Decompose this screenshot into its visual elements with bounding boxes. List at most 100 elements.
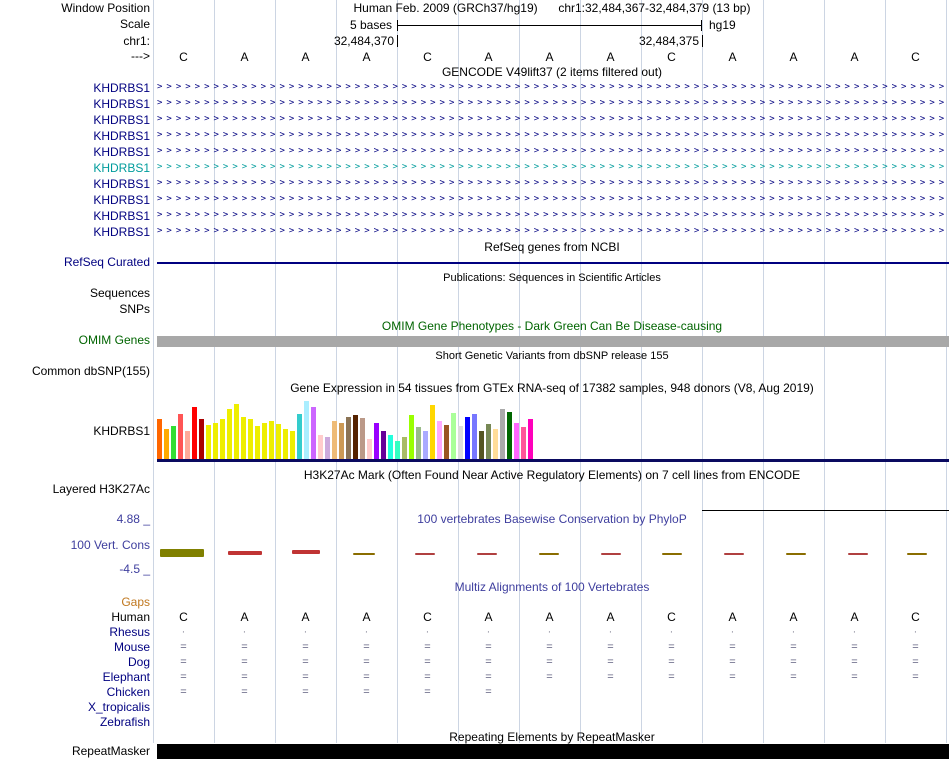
gtex-expression-bar[interactable]	[500, 409, 505, 459]
gene-label[interactable]: KHDRBS1	[0, 178, 150, 191]
repeatmasker-track-title[interactable]: Repeating Elements by RepeatMasker	[157, 731, 947, 744]
gtex-expression-bar[interactable]	[339, 423, 344, 459]
species-label[interactable]: Elephant	[0, 671, 150, 684]
gtex-expression-bar[interactable]	[234, 404, 239, 459]
gtex-expression-bar[interactable]	[423, 431, 428, 459]
gtex-expression-bar[interactable]	[178, 414, 183, 459]
gtex-expression-bar[interactable]	[255, 426, 260, 459]
vert-cons-label[interactable]: 100 Vert. Cons	[0, 539, 150, 552]
gtex-expression-bar[interactable]	[521, 427, 526, 459]
gtex-expression-bar[interactable]	[304, 401, 309, 459]
gene-transcript[interactable]: >>>>>>>>>>>>>>>>>>>>>>>>>>>>>>>>>>>>>>>>…	[157, 96, 947, 112]
species-label[interactable]: Dog	[0, 656, 150, 669]
repeatmasker-label[interactable]: RepeatMasker	[0, 745, 150, 758]
gtex-expression-bar[interactable]	[192, 407, 197, 459]
omim-gene-item[interactable]	[157, 336, 949, 347]
gtex-expression-bar[interactable]	[220, 419, 225, 459]
gtex-expression-bar[interactable]	[528, 419, 533, 459]
gtex-gene-label[interactable]: KHDRBS1	[0, 425, 150, 438]
gtex-track-title[interactable]: Gene Expression in 54 tissues from GTEx …	[157, 382, 947, 395]
gtex-expression-bar[interactable]	[290, 431, 295, 459]
gene-label[interactable]: KHDRBS1	[0, 162, 150, 175]
gtex-expression-bar[interactable]	[465, 417, 470, 459]
gtex-expression-bar[interactable]	[451, 413, 456, 459]
gene-label[interactable]: KHDRBS1	[0, 210, 150, 223]
common-dbsnp-label[interactable]: Common dbSNP(155)	[0, 365, 150, 378]
gtex-expression-bar[interactable]	[206, 425, 211, 459]
gtex-expression-bar[interactable]	[262, 423, 267, 459]
gene-transcript[interactable]: >>>>>>>>>>>>>>>>>>>>>>>>>>>>>>>>>>>>>>>>…	[157, 224, 947, 240]
gene-transcript[interactable]: >>>>>>>>>>>>>>>>>>>>>>>>>>>>>>>>>>>>>>>>…	[157, 112, 947, 128]
gtex-expression-bar[interactable]	[458, 426, 463, 459]
refseq-track-title[interactable]: RefSeq genes from NCBI	[157, 241, 947, 254]
gtex-expression-bar[interactable]	[297, 414, 302, 459]
gene-label[interactable]: KHDRBS1	[0, 194, 150, 207]
h3k27ac-track-title[interactable]: H3K27Ac Mark (Often Found Near Active Re…	[157, 469, 947, 482]
gtex-expression-bar[interactable]	[430, 405, 435, 459]
gene-label[interactable]: KHDRBS1	[0, 114, 150, 127]
species-label[interactable]: Mouse	[0, 641, 150, 654]
gtex-expression-bar[interactable]	[486, 424, 491, 459]
gene-transcript[interactable]: >>>>>>>>>>>>>>>>>>>>>>>>>>>>>>>>>>>>>>>>…	[157, 144, 947, 160]
gene-label[interactable]: KHDRBS1	[0, 82, 150, 95]
multiz-track-title[interactable]: Multiz Alignments of 100 Vertebrates	[157, 581, 947, 594]
gtex-expression-bar[interactable]	[360, 418, 365, 459]
gtex-expression-bar[interactable]	[395, 441, 400, 459]
gene-label[interactable]: KHDRBS1	[0, 130, 150, 143]
gtex-expression-bar[interactable]	[318, 435, 323, 459]
gtex-expression-bar[interactable]	[437, 421, 442, 459]
gene-transcript[interactable]: >>>>>>>>>>>>>>>>>>>>>>>>>>>>>>>>>>>>>>>>…	[157, 160, 947, 176]
gtex-expression-bar[interactable]	[409, 415, 414, 459]
gtex-expression-bar[interactable]	[276, 424, 281, 459]
gtex-expression-bar[interactable]	[479, 431, 484, 459]
gtex-expression-bar[interactable]	[283, 429, 288, 459]
gtex-expression-bar[interactable]	[269, 421, 274, 459]
gtex-expression-bar[interactable]	[185, 431, 190, 459]
species-label[interactable]: Gaps	[0, 596, 150, 609]
gtex-expression-bar[interactable]	[367, 439, 372, 459]
sequences-label[interactable]: Sequences	[0, 287, 150, 300]
gtex-expression-bar[interactable]	[402, 437, 407, 459]
gtex-expression-bar[interactable]	[332, 421, 337, 459]
gtex-expression-bar[interactable]	[164, 429, 169, 459]
gencode-track-title[interactable]: GENCODE V49lift37 (2 items filtered out)	[157, 66, 947, 79]
species-label[interactable]: X_tropicalis	[0, 701, 150, 714]
layered-h3k27ac-label[interactable]: Layered H3K27Ac	[0, 483, 150, 496]
gtex-expression-bar[interactable]	[507, 412, 512, 459]
species-label[interactable]: Human	[0, 611, 150, 624]
gtex-expression-bar[interactable]	[325, 437, 330, 459]
gtex-expression-bar[interactable]	[171, 426, 176, 459]
repeatmasker-item[interactable]	[157, 744, 949, 759]
gene-transcript[interactable]: >>>>>>>>>>>>>>>>>>>>>>>>>>>>>>>>>>>>>>>>…	[157, 176, 947, 192]
gtex-expression-bar[interactable]	[346, 417, 351, 459]
gtex-expression-bar[interactable]	[241, 417, 246, 459]
species-label[interactable]: Zebrafish	[0, 716, 150, 729]
gtex-expression-bar[interactable]	[157, 419, 162, 459]
species-label[interactable]: Chicken	[0, 686, 150, 699]
gtex-expression-bar[interactable]	[381, 431, 386, 459]
gene-label[interactable]: KHDRBS1	[0, 226, 150, 239]
gtex-expression-bar[interactable]	[374, 423, 379, 459]
gtex-expression-bar[interactable]	[444, 425, 449, 459]
dbsnp-track-title[interactable]: Short Genetic Variants from dbSNP releas…	[157, 350, 947, 363]
omim-genes-label[interactable]: OMIM Genes	[0, 334, 150, 347]
publications-track-title[interactable]: Publications: Sequences in Scientific Ar…	[157, 272, 947, 285]
refseq-curated-item[interactable]	[157, 262, 949, 264]
species-label[interactable]: Rhesus	[0, 626, 150, 639]
gtex-expression-bar[interactable]	[514, 423, 519, 459]
gtex-expression-bar[interactable]	[388, 435, 393, 459]
gtex-expression-bar[interactable]	[353, 415, 358, 459]
gtex-expression-bar[interactable]	[213, 423, 218, 459]
gene-transcript[interactable]: >>>>>>>>>>>>>>>>>>>>>>>>>>>>>>>>>>>>>>>>…	[157, 192, 947, 208]
gtex-expression-bar[interactable]	[248, 419, 253, 459]
gene-label[interactable]: KHDRBS1	[0, 146, 150, 159]
gtex-expression-bar[interactable]	[311, 407, 316, 459]
gene-label[interactable]: KHDRBS1	[0, 98, 150, 111]
gtex-expression-bar[interactable]	[493, 429, 498, 459]
gene-transcript[interactable]: >>>>>>>>>>>>>>>>>>>>>>>>>>>>>>>>>>>>>>>>…	[157, 80, 947, 96]
gtex-expression-bar[interactable]	[199, 419, 204, 459]
snps-label[interactable]: SNPs	[0, 303, 150, 316]
gtex-expression-bar[interactable]	[227, 409, 232, 459]
gtex-expression-bar[interactable]	[472, 414, 477, 459]
refseq-curated-label[interactable]: RefSeq Curated	[0, 256, 150, 269]
